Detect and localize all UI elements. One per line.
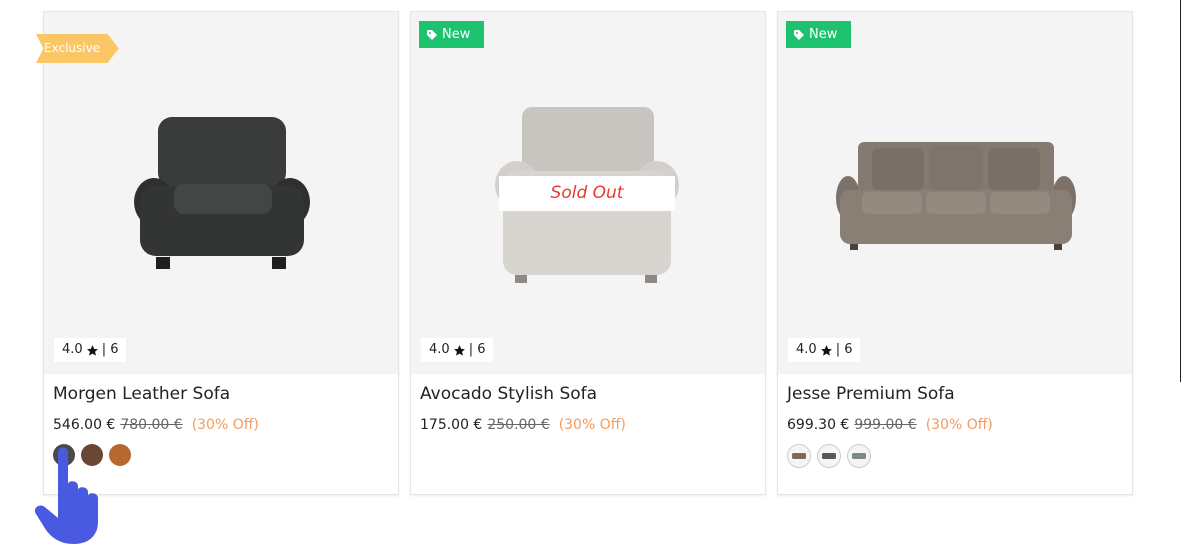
right-border-line [1180,0,1181,382]
product-image-area[interactable]: Exclusive 4.0 | 6 [36,12,398,374]
variant-swatches [787,444,871,468]
product-title[interactable]: Avocado Stylish Sofa [420,384,597,404]
rating-badge: 4.0 | 6 [788,338,861,362]
product-card-morgen[interactable]: Exclusive 4.0 | 6 Morgen Leather Sofa 54… [36,11,399,495]
swatch-brown-sofa[interactable] [787,444,811,468]
product-image-area[interactable]: New 4.0 | 6 [778,12,1132,374]
tag-icon [427,29,437,40]
old-price: 999.00 € [854,417,917,433]
star-icon [86,344,98,356]
sold-out-label: Sold Out [499,176,675,211]
review-count: | 6 [468,342,486,357]
star-icon [820,344,832,356]
tag-icon [794,29,804,40]
review-count: | 6 [835,342,853,357]
rating-badge: 4.0 | 6 [54,338,127,362]
old-price: 780.00 € [120,417,183,433]
new-badge-label: New [809,27,838,42]
product-image-leather-armchair [134,117,310,269]
product-title[interactable]: Morgen Leather Sofa [53,384,230,404]
exclusive-badge: Exclusive [36,34,119,63]
current-price: 699.30 € [787,417,850,433]
swatch-tan[interactable] [109,444,131,466]
price-line: 175.00 € 250.00 € (30% Off) [420,417,626,433]
sofa-thumb-icon [792,453,806,459]
new-badge: New [786,21,851,48]
swatch-grey-sofa[interactable] [817,444,841,468]
discount-label: (30% Off) [558,417,626,433]
rating-value: 4.0 [62,342,83,357]
review-count: | 6 [101,342,119,357]
sofa-thumb-icon [852,453,866,459]
price-line: 699.30 € 999.00 € (30% Off) [787,417,993,433]
sofa-thumb-icon [822,453,836,459]
swatch-sage-sofa[interactable] [847,444,871,468]
current-price: 175.00 € [420,417,483,433]
product-image-three-seat-sofa [836,142,1076,250]
old-price: 250.00 € [487,417,550,433]
discount-label: (30% Off) [191,417,259,433]
current-price: 546.00 € [53,417,116,433]
product-card-avocado[interactable]: New Sold Out 4.0 | 6 Avocado Stylish Sof… [410,11,766,495]
price-line: 546.00 € 780.00 € (30% Off) [53,417,259,433]
new-badge-label: New [442,27,471,42]
pointing-hand-icon [34,447,98,544]
product-image-area[interactable]: New Sold Out 4.0 | 6 [411,12,765,374]
product-card-jesse[interactable]: New 4.0 | 6 Jesse Premium Sofa 699.30 € … [777,11,1133,495]
rating-badge: 4.0 | 6 [421,338,494,362]
new-badge: New [419,21,484,48]
rating-value: 4.0 [796,342,817,357]
discount-label: (30% Off) [925,417,993,433]
rating-value: 4.0 [429,342,450,357]
product-title[interactable]: Jesse Premium Sofa [787,384,955,404]
star-icon [453,344,465,356]
